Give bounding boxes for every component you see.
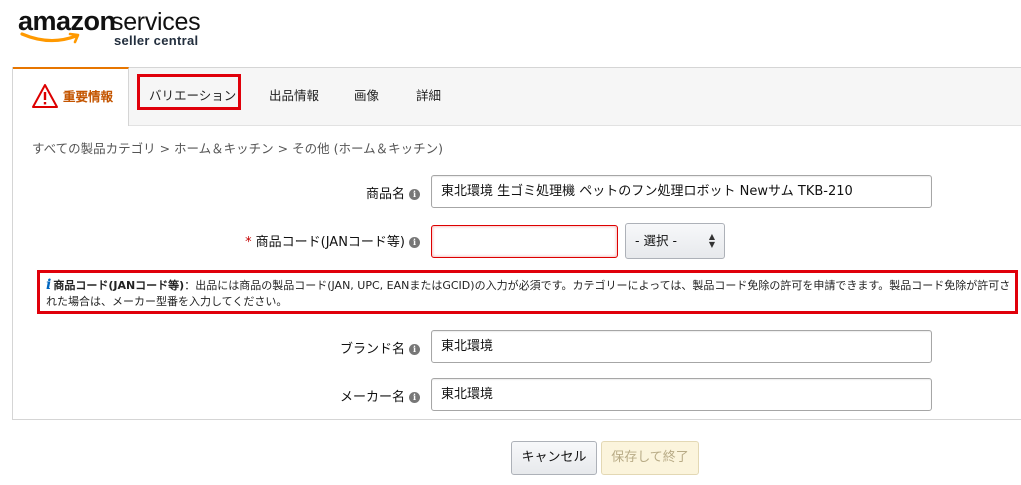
tab-images[interactable]: 画像 — [354, 68, 379, 125]
info-icon[interactable]: i — [409, 344, 420, 355]
logo-seller-central-text: seller central — [114, 33, 199, 48]
brand-input[interactable]: 東北環境 — [431, 330, 932, 363]
product-code-type-value: - 選択 - — [635, 233, 677, 248]
info-i-icon: i — [46, 277, 52, 293]
product-code-input[interactable] — [431, 225, 618, 258]
warning-icon — [32, 84, 58, 108]
amazon-services-logo: amazon services seller central — [18, 6, 218, 48]
required-marker: * — [245, 235, 252, 250]
amazon-smile-icon — [20, 32, 80, 44]
tab-key-info-label: 重要情報 — [63, 89, 114, 104]
note-body: ：出品には商品の製品コード(JAN, UPC, EANまたはGCID)の入力が必… — [46, 279, 1011, 308]
brand-label: ブランド名 i — [250, 338, 420, 357]
tab-details-label: 詳細 — [416, 88, 442, 103]
tab-details[interactable]: 詳細 — [416, 68, 441, 125]
note-title: 商品コード(JANコード等) — [53, 279, 185, 292]
manufacturer-label: メーカー名 i — [250, 386, 420, 405]
tab-images-label: 画像 — [354, 88, 380, 103]
variation-tab-highlight — [137, 74, 241, 110]
info-icon[interactable]: i — [409, 392, 420, 403]
manufacturer-input[interactable]: 東北環境 — [431, 378, 932, 411]
product-code-help-note: i 商品コード(JANコード等)：出品には商品の製品コード(JAN, UPC, E… — [37, 270, 1018, 314]
cancel-button[interactable]: キャンセル — [511, 441, 597, 475]
product-name-label: 商品名 i — [250, 183, 420, 202]
product-code-type-select[interactable]: - 選択 - ▲ ▼ — [625, 223, 725, 259]
info-icon[interactable]: i — [409, 189, 420, 200]
save-and-finish-button[interactable]: 保存して終了 — [601, 441, 699, 475]
product-name-input[interactable]: 東北環境 生ゴミ処理機 ペットのフン処理ロボット Newサム TKB-210 — [431, 175, 932, 208]
category-breadcrumb: すべての製品カテゴリ > ホーム＆キッチン > その他 (ホーム＆キッチン) — [32, 141, 443, 156]
product-code-label: * 商品コード(JANコード等) i — [200, 231, 420, 250]
tab-offer[interactable]: 出品情報 — [269, 68, 319, 125]
info-icon[interactable]: i — [409, 237, 420, 248]
select-updown-icon: ▲ ▼ — [708, 232, 715, 249]
tab-offer-label: 出品情報 — [269, 88, 320, 103]
tab-key-info[interactable]: 重要情報 — [13, 67, 129, 126]
note-text: i 商品コード(JANコード等)：出品には商品の製品コード(JAN, UPC, E… — [46, 277, 1012, 310]
